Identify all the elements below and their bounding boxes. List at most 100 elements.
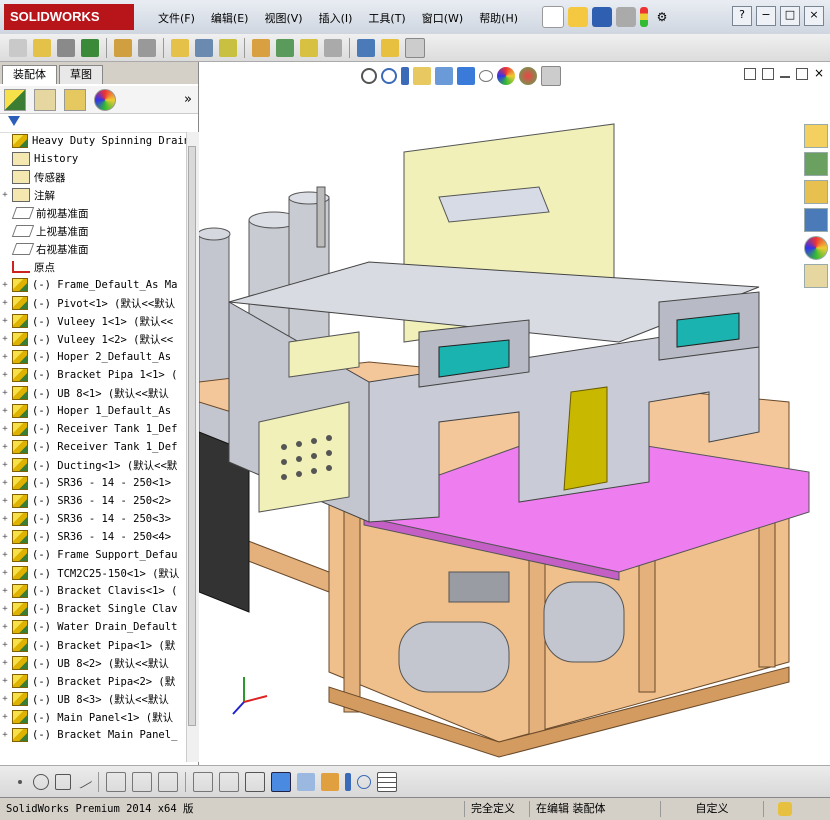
print-icon[interactable] [616,7,636,27]
expand-toggle-icon[interactable]: + [0,586,10,596]
expand-toggle-icon[interactable]: + [0,676,10,686]
mate-reference-icon[interactable] [321,772,339,791]
table-icon[interactable] [377,771,397,792]
expand-toggle-icon[interactable]: + [0,316,10,326]
viewport-minimize-icon[interactable] [779,76,790,78]
new-part-icon[interactable] [33,38,51,57]
feature-manager-icon[interactable] [4,88,26,111]
menu-edit[interactable]: 编辑(E) [203,8,257,28]
design-library-icon[interactable] [804,152,828,176]
tree-item[interactable]: + (-) Vuleey 1<1> (默认<< [0,312,186,330]
tree-item[interactable]: + (-) Bracket Pipa<1> (默 [0,636,186,654]
expand-toggle-icon[interactable]: + [0,640,10,650]
tree-item[interactable]: Heavy Duty Spinning Drain | [0,132,186,150]
menu-file[interactable]: 文件(F) [150,8,203,28]
measure-icon[interactable] [357,38,375,57]
relations-icon[interactable] [219,771,239,792]
apply-scene-icon[interactable] [519,67,537,85]
maximize-button[interactable]: □ [780,6,800,26]
expand-toggle-icon[interactable]: + [0,442,10,452]
previous-view-icon[interactable] [401,67,409,85]
display-mode-icon[interactable] [297,772,315,791]
section-icon[interactable] [405,37,425,58]
tree-item[interactable]: 前视基准面 [0,204,186,222]
tree-item[interactable]: + 注解 [0,186,186,204]
tree-item[interactable]: + (-) TCM2C25-150<1> (默认 [0,564,186,582]
menu-view[interactable]: 视图(V) [256,8,310,28]
expand-toggle-icon[interactable]: + [0,550,10,560]
reference-geometry-icon[interactable] [195,38,213,57]
expand-toggle-icon[interactable]: + [0,352,10,362]
tree-item[interactable]: 传感器 [0,168,186,186]
smart-dimension-icon[interactable] [193,771,213,792]
restore-icon[interactable] [761,68,774,80]
shaded-cube-icon[interactable] [271,771,291,792]
tree-item[interactable]: + (-) SR36 - 14 - 250<3> [0,510,186,528]
expand-toggle-icon[interactable]: + [0,568,10,578]
tree-item[interactable]: + (-) Water Drain_Default [0,618,186,636]
tree-item[interactable]: + (-) Frame Support_Defau [0,546,186,564]
expand-toggle-icon[interactable]: + [0,406,10,416]
solidworks-logo[interactable]: SOLIDWORKS [4,4,134,30]
tree-item[interactable]: + (-) Bracket Single Clav [0,600,186,618]
smart-fasteners-icon[interactable] [219,38,237,57]
expand-toggle-icon[interactable]: + [0,532,10,542]
assembly-features-icon[interactable] [171,38,189,57]
expand-toggle-icon[interactable]: + [0,622,10,632]
tree-item[interactable]: + (-) Bracket Pipa 1<1> ( [0,366,186,384]
custom-properties-icon[interactable] [804,264,828,288]
tree-item[interactable]: + (-) UB 8<1> (默认<<默认 [0,384,186,402]
view-palette-icon[interactable] [804,208,828,232]
tree-item[interactable]: + (-) Bracket Clavis<1> ( [0,582,186,600]
move-triad-icon[interactable] [345,772,351,791]
tree-item[interactable]: + (-) Pivot<1> (默认<<默认 [0,294,186,312]
expand-toggle-icon[interactable]: + [0,514,10,524]
expand-toggle-icon[interactable]: + [0,694,10,704]
mate-icon[interactable] [57,38,75,57]
circle-icon[interactable] [33,773,49,790]
display-manager-icon[interactable] [94,88,116,111]
tree-item[interactable]: + (-) Vuleey 1<2> (默认<< [0,330,186,348]
tree-item[interactable]: + (-) UB 8<3> (默认<<默认 [0,690,186,708]
menu-window[interactable]: 窗口(W) [414,8,471,28]
menu-insert[interactable]: 插入(I) [311,8,361,28]
expand-toggle-icon[interactable]: + [0,424,10,434]
expand-toggle-icon[interactable]: + [0,370,10,380]
expand-toggle-icon[interactable]: + [0,604,10,614]
rebuild-traffic-light-icon[interactable] [640,7,648,27]
line-icon[interactable] [75,774,93,789]
tree-item[interactable]: + (-) SR36 - 14 - 250<4> [0,528,186,546]
property-manager-icon[interactable] [34,88,56,111]
tree-item[interactable]: + (-) Hoper 1_Default_As [0,402,186,420]
tree-item[interactable]: 右视基准面 [0,240,186,258]
display-style-icon[interactable] [457,67,475,85]
expand-panel-icon[interactable]: » [184,92,192,107]
offset-icon[interactable] [132,771,152,792]
tree-scrollbar-thumb[interactable] [188,146,196,726]
view-orientation-icon[interactable] [435,67,453,85]
mirror-icon[interactable] [158,771,178,792]
filter-icon[interactable] [8,116,20,126]
menu-tools[interactable]: 工具(T) [360,8,413,28]
edit-appearance-icon[interactable] [497,67,515,85]
new-document-icon[interactable] [542,6,564,28]
home-icon[interactable] [804,124,828,148]
view-settings-icon[interactable] [541,66,561,86]
tree-item[interactable]: + (-) Main Panel<1> (默认 [0,708,186,726]
menu-help[interactable]: 帮助(H) [471,8,526,28]
help-button[interactable]: ? [732,6,752,26]
insert-component-icon[interactable] [9,38,27,57]
expand-toggle-icon[interactable]: + [0,496,10,506]
show-hidden-icon[interactable] [138,38,156,57]
units-status[interactable]: 自定义 [661,801,764,817]
close-button[interactable]: × [804,6,824,26]
expand-toggle-icon[interactable]: + [0,190,10,200]
section-view-icon[interactable] [413,67,431,85]
tree-item[interactable]: 上视基准面 [0,222,186,240]
zoom-to-area-icon[interactable] [381,68,397,84]
expand-toggle-icon[interactable]: + [0,712,10,722]
zoom-to-fit-icon[interactable] [361,68,377,84]
quick-tips-icon[interactable] [778,802,792,816]
tree-item[interactable]: + (-) SR36 - 14 - 250<1> [0,474,186,492]
expand-toggle-icon[interactable]: + [0,730,10,740]
